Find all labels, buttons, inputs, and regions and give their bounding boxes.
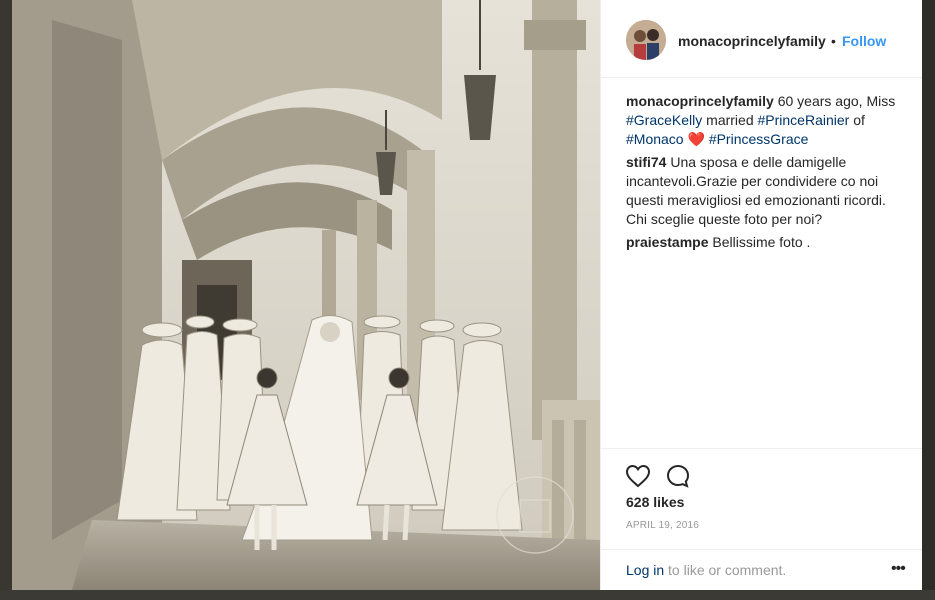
hashtag-link[interactable]: #PrinceRainier — [758, 112, 850, 128]
heart-outline-icon[interactable] — [625, 463, 651, 489]
post-actions: 628 likes APRIL 19, 2016 Log in to like … — [601, 448, 922, 590]
hashtag-link[interactable]: #Monaco — [626, 131, 684, 147]
hashtag-link[interactable]: #PrincessGrace — [709, 131, 809, 147]
comment-item: praiestampe Bellissime foto . — [626, 233, 906, 252]
comment-text: of — [849, 112, 865, 128]
header-separator-dot: • — [831, 33, 836, 49]
header-username[interactable]: monacoprincelyfamily — [678, 33, 826, 49]
hashtag-link[interactable]: #GraceKelly — [626, 112, 702, 128]
avatar[interactable] — [626, 20, 666, 60]
background-left — [0, 0, 12, 600]
wedding-photo-illustration — [12, 0, 600, 590]
avatar-image — [626, 20, 666, 60]
comment-text: 60 years ago, Miss — [773, 93, 896, 109]
likes-count[interactable]: 628 likes — [626, 494, 684, 510]
more-options-icon[interactable]: ••• — [891, 560, 906, 578]
post-header: monacoprincelyfamily • Follow — [601, 0, 922, 78]
comment-text: married — [702, 112, 758, 128]
post-panel: monacoprincelyfamily • Follow monacoprin… — [600, 0, 922, 590]
comment-item: stifi74 Una sposa e delle damigelle inca… — [626, 153, 906, 229]
post-photo[interactable] — [12, 0, 600, 590]
background-bottom — [0, 590, 935, 600]
follow-button[interactable]: Follow — [842, 33, 886, 49]
login-prompt-text: to like or comment. — [664, 562, 787, 578]
comment-text: Bellissime foto . — [708, 234, 811, 250]
red-heart-emoji-icon: ❤️ — [683, 131, 709, 147]
caption-comment: monacoprincelyfamily 60 years ago, Miss … — [626, 92, 906, 149]
comment-username[interactable]: stifi74 — [626, 154, 666, 170]
login-prompt: Log in to like or comment. — [626, 562, 786, 578]
comment-username[interactable]: monacoprincelyfamily — [626, 93, 774, 109]
comment-bubble-icon[interactable] — [665, 463, 691, 489]
post-date: APRIL 19, 2016 — [626, 520, 700, 531]
comments-list: monacoprincelyfamily 60 years ago, Miss … — [626, 92, 906, 256]
add-comment-bar: Log in to like or comment. ••• — [601, 549, 922, 591]
scrollbar[interactable] — [922, 0, 935, 590]
login-link[interactable]: Log in — [626, 562, 664, 578]
comment-username[interactable]: praiestampe — [626, 234, 708, 250]
